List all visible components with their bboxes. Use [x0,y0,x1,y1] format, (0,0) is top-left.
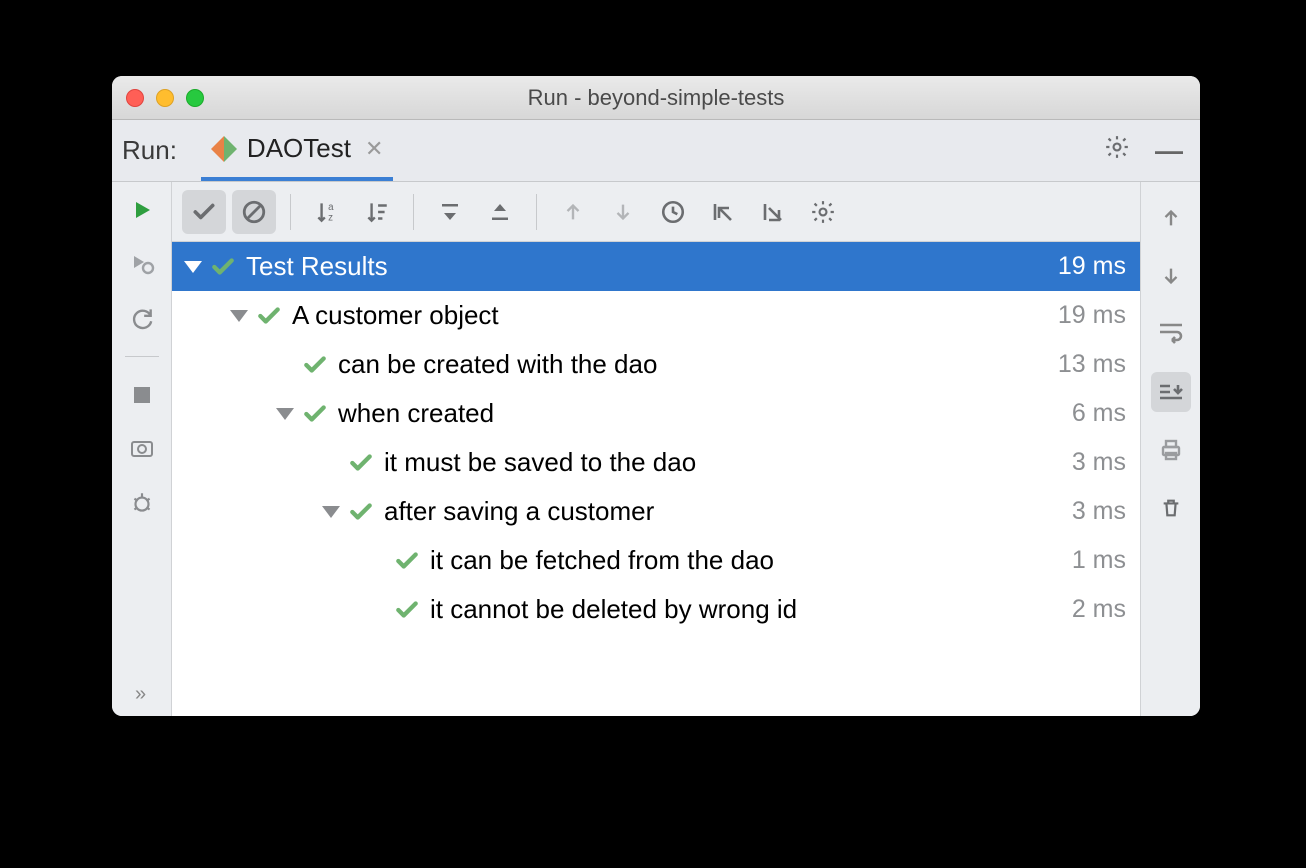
next-failed-icon[interactable] [601,190,645,234]
show-passed-icon[interactable] [182,190,226,234]
print-icon[interactable] [1151,430,1191,470]
scroll-down-icon[interactable] [1151,256,1191,296]
debug-icon[interactable] [124,485,160,521]
pass-icon [394,597,420,623]
svg-text:z: z [328,212,333,223]
close-tab-icon[interactable]: ✕ [365,136,383,162]
run-label: Run: [122,135,177,166]
collapse-all-icon[interactable] [478,190,522,234]
row-label: Test Results [246,251,1058,282]
row-label: it must be saved to the dao [384,447,1072,478]
row-label: when created [338,398,1072,429]
prev-failed-icon[interactable] [551,190,595,234]
import-results-icon[interactable] [701,190,745,234]
row-label: it cannot be deleted by wrong id [430,594,1072,625]
soft-wrap-icon[interactable] [1151,314,1191,354]
row-time: 3 ms [1072,497,1126,526]
row-time: 19 ms [1058,301,1126,330]
pass-icon [302,401,328,427]
clear-all-icon[interactable] [1151,488,1191,528]
row-label: can be created with the dao [338,349,1058,380]
stop-icon[interactable] [124,377,160,413]
sort-duration-icon[interactable] [355,190,399,234]
pass-icon [302,352,328,378]
tab-label: DAOTest [247,133,351,164]
pass-icon [210,254,236,280]
test-tree[interactable]: Test Results 19 ms A customer object19 m… [172,242,1140,716]
scroll-up-icon[interactable] [1151,198,1191,238]
test-config-icon [211,136,237,162]
row-time: 19 ms [1058,252,1126,281]
dump-threads-icon[interactable] [124,431,160,467]
toggle-autotest-icon[interactable] [124,300,160,336]
expand-all-icon[interactable] [428,190,472,234]
sort-alpha-icon[interactable]: az [305,190,349,234]
run-tool-window: Run - beyond-simple-tests Run: DAOTest ✕… [112,76,1200,716]
tree-root-row[interactable]: Test Results 19 ms [172,242,1140,291]
test-settings-icon[interactable] [801,190,845,234]
row-label: after saving a customer [384,496,1072,527]
rerun-failed-icon[interactable] [124,246,160,282]
pass-icon [394,548,420,574]
row-label: it can be fetched from the dao [430,545,1072,576]
row-time: 2 ms [1072,595,1126,624]
row-time: 6 ms [1072,399,1126,428]
tree-row[interactable]: after saving a customer3 ms [172,487,1140,536]
pass-icon [348,450,374,476]
row-label: A customer object [292,300,1058,331]
pass-icon [256,303,282,329]
test-toolbar: az [172,182,1140,242]
more-actions-icon[interactable]: » [135,683,148,706]
right-action-rail [1140,182,1200,716]
left-action-rail: » [112,182,172,716]
row-time: 1 ms [1072,546,1126,575]
test-history-icon[interactable] [651,190,695,234]
window-title: Run - beyond-simple-tests [112,85,1200,111]
titlebar: Run - beyond-simple-tests [112,76,1200,120]
scroll-to-end-icon[interactable] [1151,372,1191,412]
row-time: 13 ms [1058,350,1126,379]
show-ignored-icon[interactable] [232,190,276,234]
tree-row[interactable]: A customer object19 ms [172,291,1140,340]
pass-icon [348,499,374,525]
tree-row[interactable]: it cannot be deleted by wrong id2 ms [172,585,1140,634]
expand-arrow-icon[interactable] [184,261,202,273]
expand-arrow-icon[interactable] [276,408,294,420]
tree-row[interactable]: when created6 ms [172,389,1140,438]
run-icon[interactable] [124,192,160,228]
tree-row[interactable]: it must be saved to the dao3 ms [172,438,1140,487]
export-results-icon[interactable] [751,190,795,234]
hide-panel-icon[interactable]: — [1150,135,1188,167]
settings-icon[interactable] [1098,134,1136,167]
expand-arrow-icon[interactable] [230,310,248,322]
tree-row[interactable]: it can be fetched from the dao1 ms [172,536,1140,585]
tree-row[interactable]: can be created with the dao13 ms [172,340,1140,389]
tab-strip: Run: DAOTest ✕ — [112,120,1200,182]
svg-text:a: a [328,201,334,212]
run-tab-daotest[interactable]: DAOTest ✕ [201,120,393,181]
row-time: 3 ms [1072,448,1126,477]
expand-arrow-icon[interactable] [322,506,340,518]
